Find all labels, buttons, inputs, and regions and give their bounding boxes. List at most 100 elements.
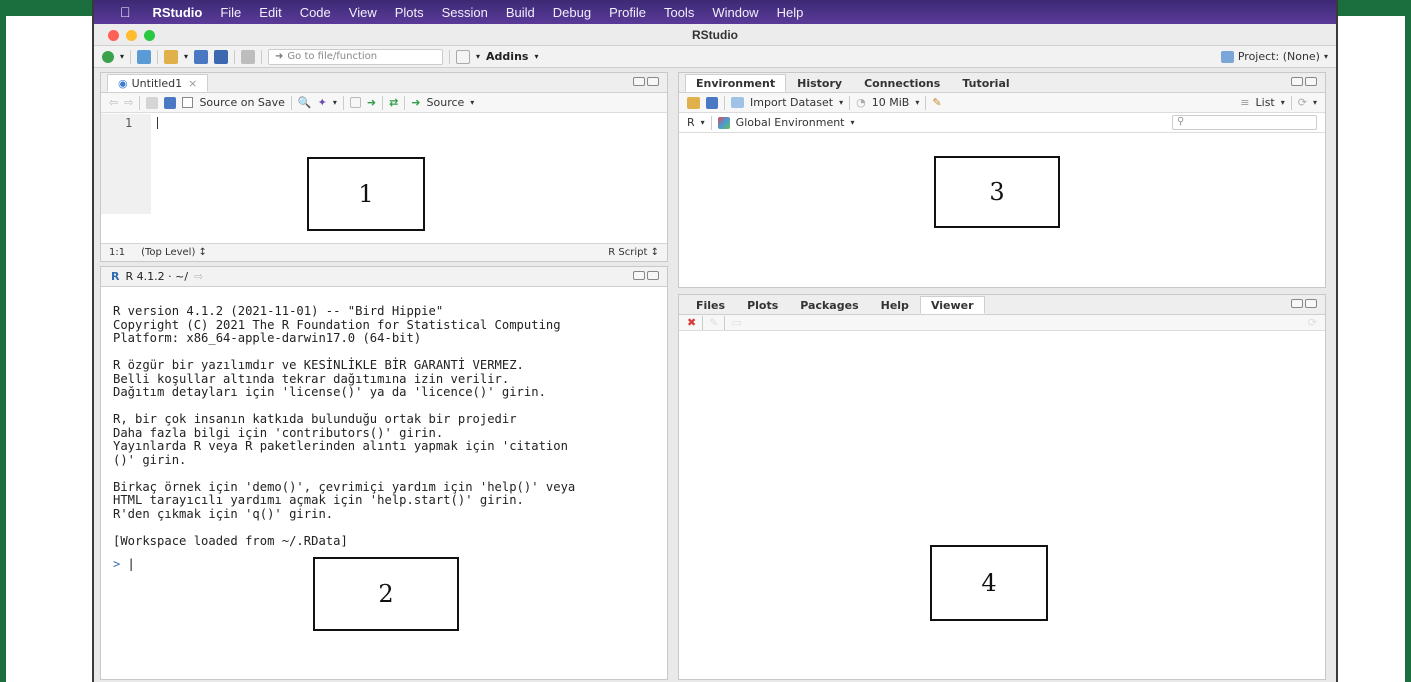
- menu-debug[interactable]: Debug: [553, 5, 591, 20]
- apple-icon[interactable]: : [120, 4, 131, 20]
- annotation-box-1: 1: [307, 157, 425, 231]
- save-file-icon[interactable]: [164, 96, 177, 109]
- go-to-dir-icon[interactable]: ⇨: [194, 270, 203, 283]
- scope-dropdown-icon[interactable]: ▾: [851, 118, 855, 127]
- run-icon[interactable]: ➜: [367, 96, 376, 109]
- toolbar-separator: [1290, 95, 1292, 110]
- project-label: Project: (None): [1237, 50, 1320, 63]
- tab-environment[interactable]: Environment: [685, 74, 787, 92]
- line-number: 1: [125, 116, 133, 130]
- console-pane-minmax[interactable]: [633, 271, 659, 280]
- tab-files[interactable]: Files: [685, 296, 736, 314]
- toolbar-separator: [925, 95, 927, 110]
- export-icon[interactable]: ▭: [731, 316, 741, 329]
- menu-build[interactable]: Build: [506, 5, 535, 20]
- menu-file[interactable]: File: [220, 5, 241, 20]
- import-dataset-dropdown-icon[interactable]: ▾: [839, 98, 843, 107]
- tab-history[interactable]: History: [786, 74, 853, 92]
- new-file-icon[interactable]: [102, 50, 114, 63]
- pane-layout-dropdown-icon[interactable]: ▾: [476, 52, 480, 61]
- toolbar-separator: [157, 49, 159, 64]
- stop-icon[interactable]: ✖: [687, 316, 696, 329]
- tab-packages[interactable]: Packages: [789, 296, 869, 314]
- tab-viewer[interactable]: Viewer: [919, 296, 985, 314]
- refresh-dropdown-icon[interactable]: ▾: [1313, 98, 1317, 107]
- close-tab-icon[interactable]: ×: [188, 77, 197, 90]
- import-dataset-button[interactable]: Import Dataset: [750, 96, 833, 109]
- console-line: Birkaç örnek için 'demo()', çevrimiçi ya…: [113, 479, 576, 494]
- menu-edit[interactable]: Edit: [259, 5, 281, 20]
- source-dropdown-icon[interactable]: ▾: [470, 98, 474, 107]
- search-icon[interactable]: 🔍: [298, 96, 312, 109]
- code-tools-icon[interactable]: ✦: [318, 96, 327, 109]
- menu-view[interactable]: View: [349, 5, 377, 20]
- tab-tutorial[interactable]: Tutorial: [951, 74, 1020, 92]
- compile-report-icon[interactable]: [349, 97, 361, 108]
- project-menu[interactable]: Project: (None) ▾: [1220, 50, 1328, 63]
- save-all-icon[interactable]: [214, 49, 229, 64]
- minimize-window-button[interactable]: [126, 30, 137, 41]
- tab-plots[interactable]: Plots: [736, 296, 789, 314]
- console-line: Platform: x86_64-apple-darwin17.0 (64-bi…: [113, 331, 422, 345]
- source-pane-minmax[interactable]: [633, 77, 659, 86]
- tab-connections[interactable]: Connections: [853, 74, 951, 92]
- console-prompt[interactable]: > |: [113, 557, 135, 571]
- source-tabs: ◉ Untitled1 ×: [101, 73, 667, 93]
- file-type-selector[interactable]: R Script ↕: [608, 247, 659, 258]
- save-workspace-icon[interactable]: [706, 96, 718, 109]
- refresh-icon[interactable]: ⟳: [1298, 96, 1307, 109]
- close-window-button[interactable]: [108, 30, 119, 41]
- tab-help[interactable]: Help: [870, 296, 920, 314]
- files-pane: Files Plots Packages Help Viewer ✖ ✎ ▭ ⟳…: [678, 294, 1326, 680]
- show-in-window-icon[interactable]: [146, 96, 159, 109]
- forward-arrow-icon[interactable]: ⇨: [124, 96, 133, 109]
- memory-dropdown-icon[interactable]: ▾: [915, 98, 919, 107]
- goto-file-input[interactable]: ➜ Go to file/function: [268, 48, 444, 65]
- rerun-icon[interactable]: ⇄: [389, 96, 398, 109]
- back-arrow-icon[interactable]: ⇦: [109, 96, 118, 109]
- open-file-dropdown-icon[interactable]: ▾: [184, 52, 188, 61]
- project-icon: [1220, 50, 1234, 63]
- pane-layout-icon[interactable]: [456, 49, 471, 64]
- load-workspace-icon[interactable]: [687, 96, 700, 109]
- save-icon[interactable]: [194, 49, 209, 64]
- zoom-window-button[interactable]: [144, 30, 155, 41]
- menu-code[interactable]: Code: [300, 5, 331, 20]
- addins-dropdown-icon[interactable]: ▾: [534, 52, 538, 61]
- clear-viewer-icon[interactable]: ✎: [709, 316, 718, 329]
- print-icon[interactable]: [241, 49, 256, 64]
- new-file-dropdown-icon[interactable]: ▾: [120, 52, 124, 61]
- code-tools-dropdown-icon[interactable]: ▾: [333, 98, 337, 107]
- list-view-button[interactable]: List: [1256, 96, 1275, 109]
- source-on-save-checkbox[interactable]: [182, 97, 194, 108]
- menu-app-name[interactable]: RStudio: [153, 5, 203, 20]
- memory-usage[interactable]: 10 MiB: [872, 96, 910, 109]
- tab-untitled1[interactable]: ◉ Untitled1 ×: [107, 74, 209, 92]
- viewer-refresh-icon[interactable]: ⟳: [1308, 316, 1317, 329]
- console-header: R R 4.1.2 · ~/ ⇨: [101, 267, 667, 287]
- open-file-icon[interactable]: [164, 49, 179, 64]
- menu-window[interactable]: Window: [712, 5, 758, 20]
- clear-broom-icon[interactable]: ✎: [932, 96, 941, 109]
- menu-help[interactable]: Help: [777, 5, 804, 20]
- menu-plots[interactable]: Plots: [395, 5, 424, 20]
- goto-arrow-icon: ➜: [275, 51, 284, 62]
- menu-profile[interactable]: Profile: [609, 5, 646, 20]
- toolbar-separator: [710, 115, 712, 130]
- files-pane-minmax[interactable]: [1291, 299, 1317, 308]
- language-selector[interactable]: R: [687, 116, 695, 129]
- menu-tools[interactable]: Tools: [664, 5, 694, 20]
- list-dropdown-icon[interactable]: ▾: [1281, 98, 1285, 107]
- source-button[interactable]: Source: [427, 96, 465, 109]
- console-pane: R R 4.1.2 · ~/ ⇨ R version 4.1.2 (2021-1…: [100, 266, 668, 680]
- environment-pane-minmax[interactable]: [1291, 77, 1317, 86]
- new-project-icon[interactable]: [137, 49, 152, 64]
- environment-search-input[interactable]: ⚲: [1172, 115, 1317, 130]
- addins-button[interactable]: Addins: [486, 50, 528, 63]
- toolbar-separator: [234, 49, 236, 64]
- global-environment-selector[interactable]: Global Environment: [736, 116, 845, 129]
- menu-session[interactable]: Session: [442, 5, 488, 20]
- scope-selector[interactable]: (Top Level) ↕: [141, 247, 207, 258]
- language-dropdown-icon[interactable]: ▾: [701, 118, 705, 127]
- source-icon[interactable]: ➜: [411, 96, 420, 109]
